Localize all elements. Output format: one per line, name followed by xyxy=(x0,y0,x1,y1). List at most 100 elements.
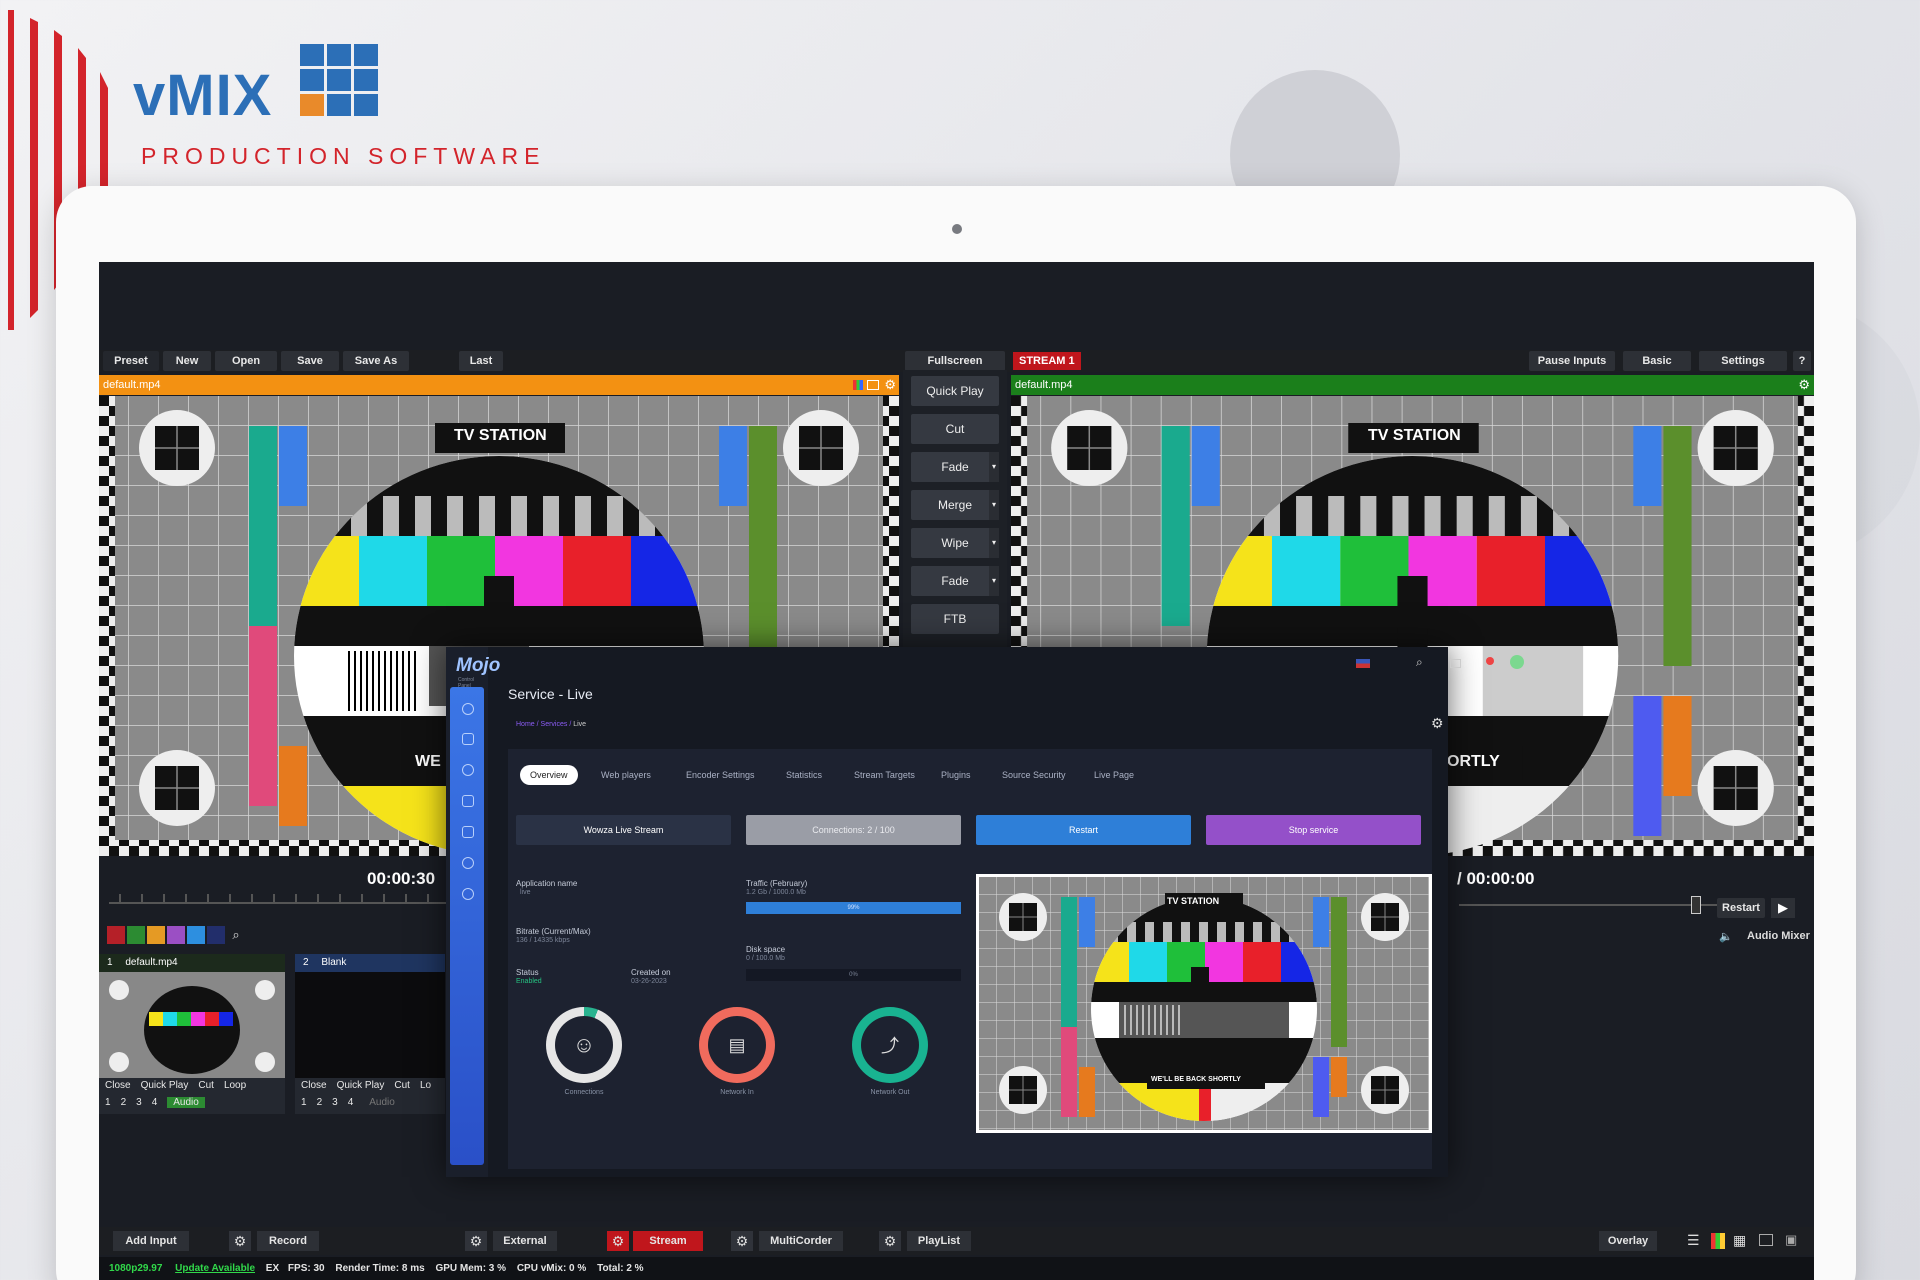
gear-icon[interactable]: ⚙ xyxy=(229,1231,251,1251)
quick-play-button[interactable]: Quick Play xyxy=(911,376,999,406)
tab-encoder-settings[interactable]: Encoder Settings xyxy=(686,765,755,785)
cut-button[interactable]: Cut xyxy=(394,1080,410,1091)
tab-plugins[interactable]: Plugins xyxy=(941,765,971,785)
add-input-button[interactable]: Add Input xyxy=(113,1231,189,1251)
refresh-icon[interactable] xyxy=(462,888,474,900)
color-bars-icon[interactable] xyxy=(853,380,863,390)
multicorder-button[interactable]: MultiCorder xyxy=(759,1231,843,1251)
ftb-button[interactable]: FTB xyxy=(911,604,999,634)
basic-button[interactable]: Basic xyxy=(1623,351,1691,371)
chat-icon[interactable] xyxy=(462,826,474,838)
tab-stream-targets[interactable]: Stream Targets xyxy=(854,765,915,785)
playlist-button[interactable]: PlayList xyxy=(907,1231,971,1251)
avatar[interactable] xyxy=(1510,655,1524,669)
settings-button[interactable]: Settings xyxy=(1699,351,1787,371)
audio-button[interactable]: Audio xyxy=(167,1097,205,1108)
audio-button[interactable]: Audio xyxy=(363,1097,401,1108)
external-button[interactable]: External xyxy=(493,1231,557,1251)
gear-icon[interactable]: ⚙ xyxy=(884,375,896,395)
orange-color-swatch[interactable] xyxy=(147,926,165,944)
fullscreen-button[interactable]: Fullscreen xyxy=(905,351,1005,371)
new-button[interactable]: New xyxy=(163,351,211,371)
flag-icon[interactable] xyxy=(1356,659,1370,668)
stop-service-button[interactable]: Stop service xyxy=(1206,815,1421,845)
quick-play-button[interactable]: Quick Play xyxy=(141,1080,189,1091)
quick-play-button[interactable]: Quick Play xyxy=(337,1080,385,1091)
gear-icon[interactable]: ⚙ xyxy=(607,1231,629,1251)
monitor-icon[interactable] xyxy=(1450,659,1461,668)
loop-button[interactable]: Loop xyxy=(224,1080,246,1091)
gear-icon[interactable]: ⚙ xyxy=(1798,375,1810,395)
stream-button[interactable]: Stream xyxy=(633,1231,703,1251)
search-icon[interactable]: ⌕ xyxy=(1416,655,1423,670)
overlay-4-button[interactable]: 4 xyxy=(348,1097,354,1108)
gear-icon[interactable]: ⚙ xyxy=(465,1231,487,1251)
connections-button[interactable]: Connections: 2 / 100 xyxy=(746,815,961,845)
red-color-swatch[interactable] xyxy=(107,926,125,944)
chevron-down-icon[interactable]: ▾ xyxy=(989,528,999,558)
wipe-button[interactable]: Wipe ▾ xyxy=(911,528,999,558)
overlay-1-button[interactable]: 1 xyxy=(105,1097,111,1108)
navy-color-swatch[interactable] xyxy=(207,926,225,944)
open-button[interactable]: Open xyxy=(215,351,277,371)
tab-source-security[interactable]: Source Security xyxy=(1002,765,1066,785)
overlay-1-button[interactable]: 1 xyxy=(301,1097,307,1108)
record-button[interactable]: Record xyxy=(257,1231,319,1251)
merge-button[interactable]: Merge ▾ xyxy=(911,490,999,520)
fade-button[interactable]: Fade ▾ xyxy=(911,452,999,482)
blue-color-swatch[interactable] xyxy=(187,926,205,944)
gear-icon[interactable]: ⚙ xyxy=(731,1231,753,1251)
gear-icon[interactable]: ⚙ xyxy=(1431,715,1444,732)
tab-web-players[interactable]: Web players xyxy=(601,765,651,785)
screenshot-icon[interactable] xyxy=(1759,1234,1773,1246)
close-button[interactable]: Close xyxy=(301,1080,327,1091)
overlay-2-button[interactable]: 2 xyxy=(317,1097,323,1108)
tab-statistics[interactable]: Statistics xyxy=(786,765,822,785)
restart-service-button[interactable]: Restart xyxy=(976,815,1191,845)
close-button[interactable]: Close xyxy=(105,1080,131,1091)
cut-button[interactable]: Cut xyxy=(911,414,999,444)
chevron-down-icon[interactable]: ▾ xyxy=(989,452,999,482)
screen-icon[interactable] xyxy=(867,380,879,390)
pause-inputs-button[interactable]: Pause Inputs xyxy=(1529,351,1615,371)
list-view-icon[interactable]: ☰ xyxy=(1687,1232,1700,1249)
tab-overview[interactable]: Overview xyxy=(520,765,578,785)
overlay-2-button[interactable]: 2 xyxy=(121,1097,127,1108)
wowza-live-stream-button[interactable]: Wowza Live Stream xyxy=(516,815,731,845)
level-meter-icon[interactable] xyxy=(1711,1233,1725,1249)
mojo-stream-preview[interactable]: TV STATION WE'LL BE BACK SHORTLY xyxy=(976,874,1432,1133)
lock-icon[interactable]: ▣ xyxy=(1785,1232,1797,1248)
breadcrumb-home[interactable]: Home xyxy=(516,721,535,728)
overlay-button[interactable]: Overlay xyxy=(1599,1231,1657,1251)
help-button[interactable]: ? xyxy=(1793,351,1811,371)
grid-view-icon[interactable]: ▦ xyxy=(1733,1232,1746,1249)
notification-icon[interactable] xyxy=(1486,657,1494,665)
services-icon[interactable] xyxy=(462,733,474,745)
save-as-button[interactable]: Save As xyxy=(343,351,409,371)
document-icon[interactable] xyxy=(462,795,474,807)
gear-icon[interactable]: ⚙ xyxy=(879,1231,901,1251)
tab-live-page[interactable]: Live Page xyxy=(1094,765,1134,785)
loop-button[interactable]: Lo xyxy=(420,1080,431,1091)
restart-button[interactable]: Restart xyxy=(1717,898,1765,918)
audio-mixer-label[interactable]: Audio Mixer xyxy=(1747,930,1810,942)
chevron-down-icon[interactable]: ▾ xyxy=(989,490,999,520)
cut-button[interactable]: Cut xyxy=(198,1080,214,1091)
overlay-3-button[interactable]: 3 xyxy=(332,1097,338,1108)
settings-icon[interactable] xyxy=(462,857,474,869)
output-seek-bar[interactable] xyxy=(1459,904,1719,906)
update-available-link[interactable]: Update Available xyxy=(175,1263,255,1274)
play-icon[interactable]: ▶ xyxy=(1771,898,1795,918)
search-icon[interactable]: ⌕ xyxy=(227,926,245,944)
chevron-down-icon[interactable]: ▾ xyxy=(989,566,999,596)
fade-button-2[interactable]: Fade ▾ xyxy=(911,566,999,596)
input-card-1[interactable]: 1 default.mp4 Close Quick Play Cut Loop … xyxy=(99,954,285,1114)
input-card-2[interactable]: 2 Blank Close Quick Play Cut Lo 1 2 3 4 … xyxy=(295,954,445,1114)
last-button[interactable]: Last xyxy=(459,351,503,371)
dashboard-icon[interactable] xyxy=(462,703,474,715)
breadcrumb-services[interactable]: Services xyxy=(541,721,568,728)
user-icon[interactable] xyxy=(462,764,474,776)
seek-handle[interactable] xyxy=(1691,896,1701,914)
overlay-3-button[interactable]: 3 xyxy=(136,1097,142,1108)
speaker-icon[interactable]: 🔈 xyxy=(1719,930,1733,943)
